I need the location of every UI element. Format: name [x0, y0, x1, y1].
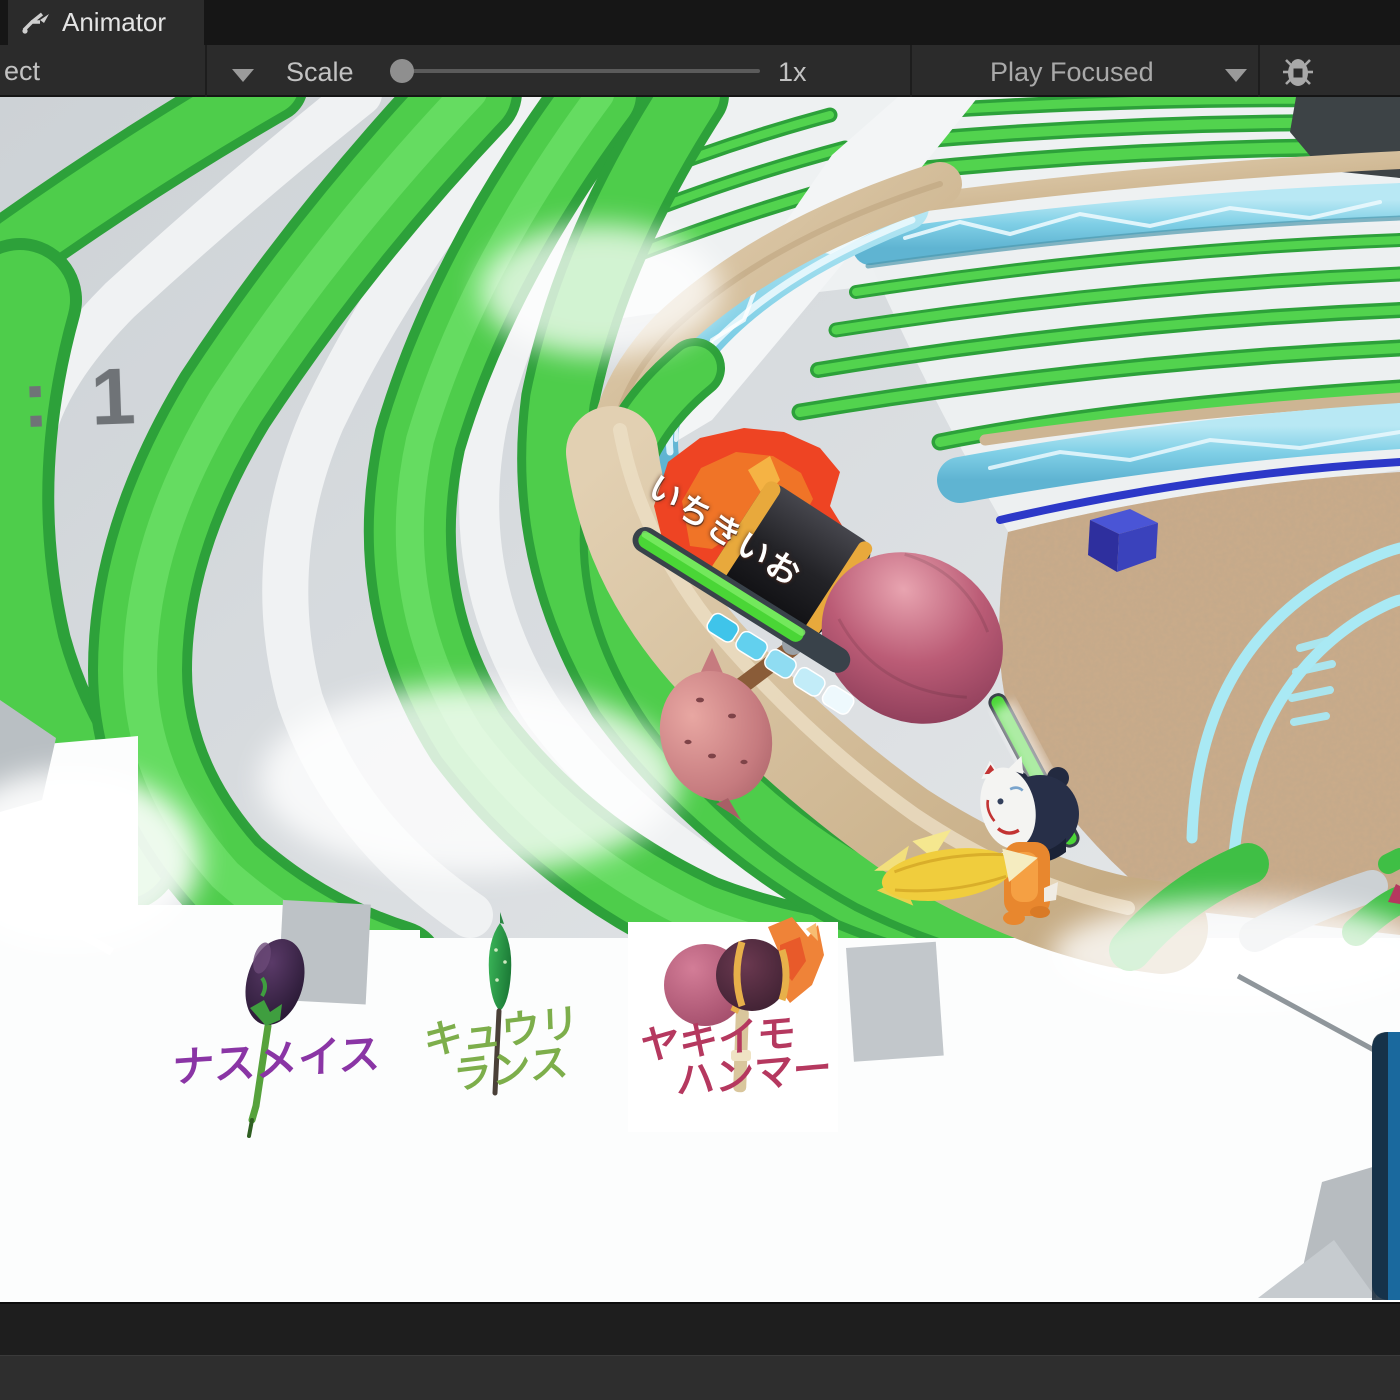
bottom-strip: [0, 1302, 1400, 1355]
game-viewport[interactable]: : 1 いちきいお ナスメイス キュウリ ランス ヤキイモ ハンマー: [0, 97, 1400, 1302]
display-mode-value: Play Focused: [990, 57, 1154, 88]
bug-icon: [1280, 52, 1316, 90]
scale-label: Scale: [286, 57, 354, 88]
debug-toggle-button[interactable]: [1263, 45, 1333, 97]
game-scene: [0, 97, 1400, 1302]
toolbar-separator: [910, 45, 912, 97]
scale-slider-knob[interactable]: [390, 59, 414, 83]
toolbar-separator: [205, 45, 207, 97]
tab-label: Animator: [62, 7, 166, 38]
blue-panel: [1372, 1032, 1400, 1300]
foot: [1030, 906, 1050, 918]
aspect-value: ect: [4, 56, 40, 87]
animator-icon: [22, 10, 52, 36]
scale-slider-track[interactable]: [390, 69, 760, 73]
step-riser-tab: [846, 942, 944, 1062]
score-display: : 1: [20, 350, 146, 446]
scale-value: 1x: [778, 57, 807, 88]
toolbar-separator: [1258, 45, 1260, 97]
unity-editor-window: Animator ect Scale 1x Play Focused: [0, 0, 1400, 1400]
chevron-down-icon: [232, 69, 254, 82]
status-bar: [0, 1355, 1400, 1400]
foot: [1003, 911, 1025, 925]
chevron-down-icon: [1225, 69, 1247, 82]
weapon-label-yakiimo-hammer: ヤキイモ ハンマー: [640, 1011, 831, 1104]
aspect-dropdown[interactable]: ect: [0, 45, 205, 97]
tab-strip: Animator: [0, 0, 1400, 45]
display-mode-dropdown[interactable]: Play Focused: [975, 45, 1257, 97]
tab-animator[interactable]: Animator: [8, 0, 204, 45]
